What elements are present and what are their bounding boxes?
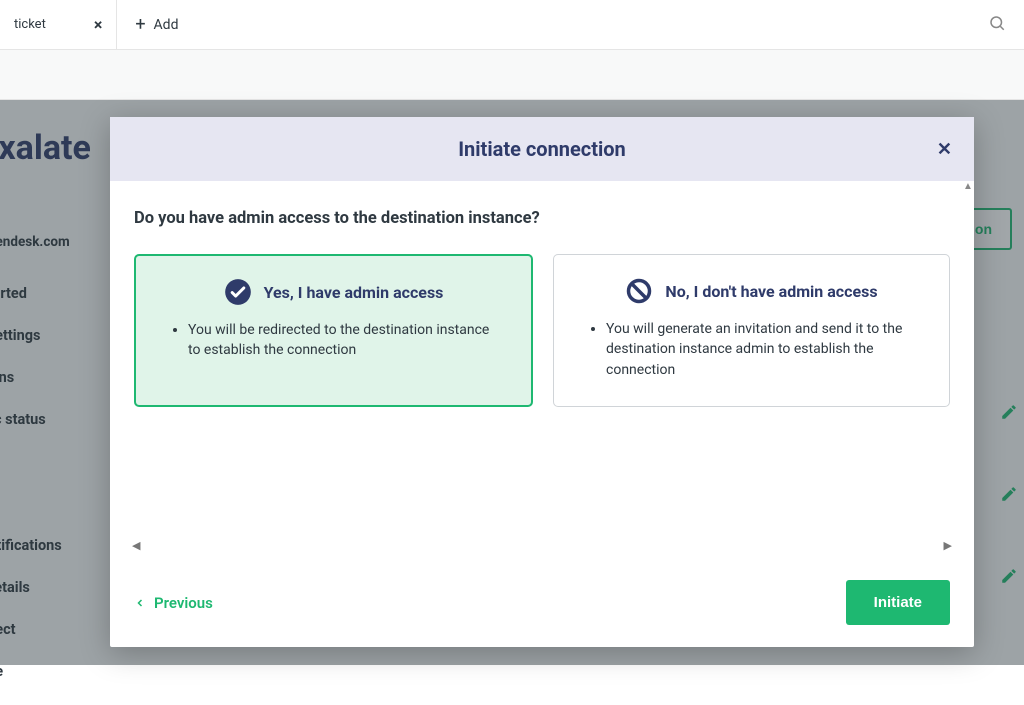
modal-title: Initiate connection <box>458 137 626 161</box>
previous-label: Previous <box>154 594 213 612</box>
sub-toolbar <box>0 50 1024 100</box>
top-tab-bar: ticket × + Add <box>0 0 1024 50</box>
plus-icon: + <box>135 14 145 35</box>
admin-access-choices: Yes, I have admin access You will be red… <box>134 254 950 407</box>
scroll-up-icon[interactable]: ▲ <box>963 181 973 192</box>
choice-no-admin-access[interactable]: No, I don't have admin access You will g… <box>553 254 950 407</box>
search-icon[interactable] <box>988 17 1006 36</box>
check-circle-icon <box>224 278 252 306</box>
vertical-scrollbar[interactable]: ▲ <box>963 181 973 581</box>
horizontal-scrollbar[interactable]: ◀ ▶ <box>130 538 954 552</box>
add-tab-button[interactable]: + Add <box>117 14 196 35</box>
tab-ticket[interactable]: ticket × <box>0 0 117 49</box>
initiate-connection-modal: Initiate connection ✕ Do you have admin … <box>110 117 974 647</box>
modal-footer: Previous Initiate <box>110 562 974 647</box>
choice-yes-title: Yes, I have admin access <box>264 283 444 302</box>
previous-button[interactable]: Previous <box>134 594 213 612</box>
no-entry-icon <box>625 277 653 305</box>
initiate-button[interactable]: Initiate <box>846 580 950 625</box>
modal-body: Do you have admin access to the destinat… <box>110 181 974 562</box>
choice-yes-detail: You will be redirected to the destinatio… <box>188 320 501 361</box>
search-area <box>988 14 1024 36</box>
scroll-right-icon[interactable]: ▶ <box>944 539 952 552</box>
choice-no-detail: You will generate an invitation and send… <box>606 319 919 380</box>
tab-label: ticket <box>14 17 46 32</box>
choice-yes-admin-access[interactable]: Yes, I have admin access You will be red… <box>134 254 533 407</box>
sidebar-item-sync-queue[interactable]: c Queue <box>0 663 62 680</box>
close-icon[interactable]: × <box>94 15 103 34</box>
modal-question: Do you have admin access to the destinat… <box>134 209 950 228</box>
add-tab-label: Add <box>154 17 179 33</box>
close-icon[interactable]: ✕ <box>937 139 952 160</box>
modal-header: Initiate connection ✕ <box>110 117 974 181</box>
choice-no-title: No, I don't have admin access <box>665 282 877 301</box>
scroll-left-icon[interactable]: ◀ <box>132 539 140 552</box>
